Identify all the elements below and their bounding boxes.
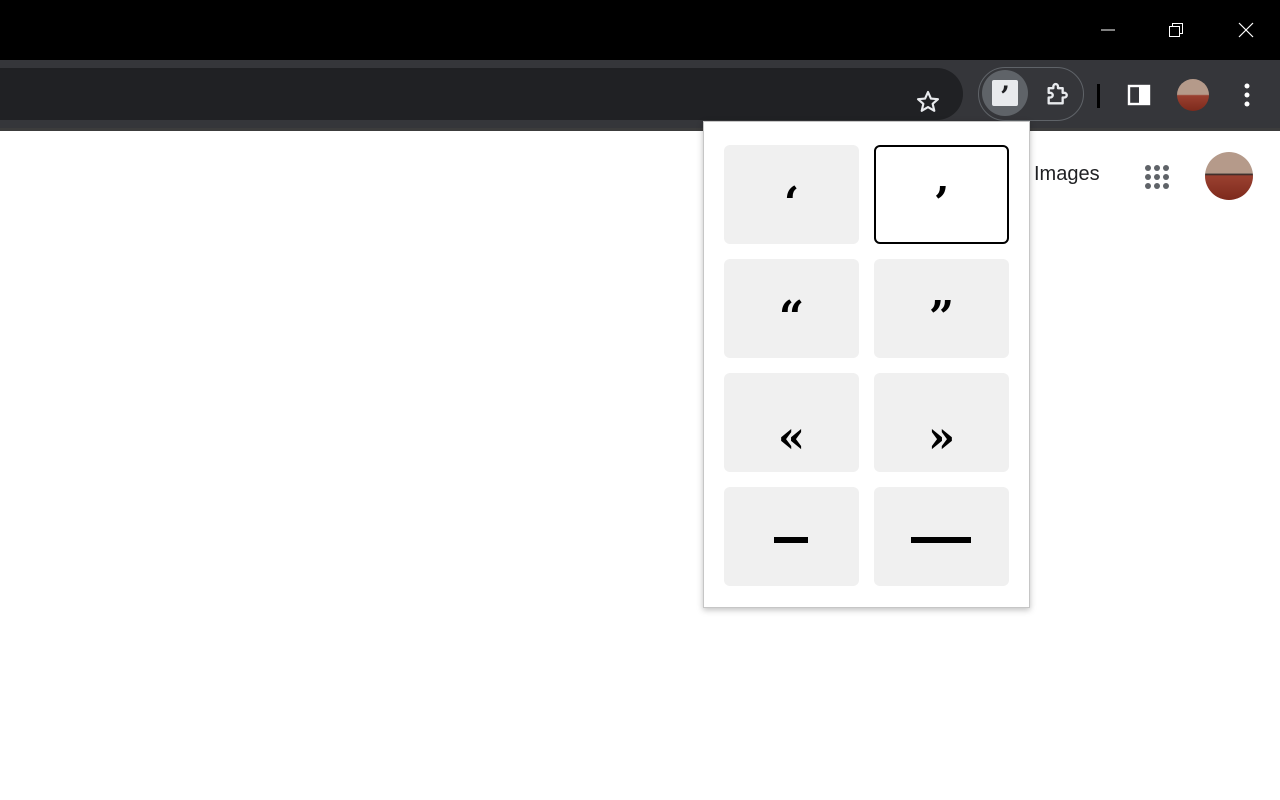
side-panel-button[interactable] [1118, 74, 1160, 116]
left-single-quote-button[interactable]: ‘ [724, 145, 859, 244]
close-window-button[interactable] [1212, 0, 1280, 60]
right-single-quote-button[interactable]: ’ [874, 145, 1009, 244]
right-double-quote-button[interactable]: ” [874, 259, 1009, 358]
quote-picker-popup: ‘ ’ “ ” « » [703, 121, 1030, 608]
button-glyph: ’ [933, 177, 950, 229]
left-guillemet-button[interactable]: « [724, 373, 859, 472]
toolbar-border [0, 128, 1280, 131]
puzzle-icon [1047, 82, 1068, 105]
minimize-icon [1101, 29, 1115, 31]
left-double-quote-button[interactable]: “ [724, 259, 859, 358]
browser-toolbar: ’ [0, 60, 1280, 130]
images-link[interactable]: Images [1034, 163, 1100, 186]
side-panel-icon [1127, 84, 1151, 106]
restore-button[interactable] [1142, 0, 1210, 60]
restore-icon [1169, 23, 1183, 37]
apps-grid-icon [1145, 165, 1169, 189]
profile-avatar[interactable] [1177, 79, 1209, 111]
em-dash-glyph [911, 537, 971, 543]
address-bar[interactable] [0, 68, 963, 120]
star-icon [916, 90, 940, 112]
quote-extension-button[interactable]: ’ [982, 70, 1028, 116]
bookmark-button[interactable] [906, 80, 950, 124]
button-glyph: “ [778, 291, 805, 343]
vertical-dots-icon [1244, 83, 1250, 107]
toolbar-separator [1097, 84, 1100, 108]
quote-extension-icon: ’ [992, 80, 1018, 111]
en-dash-glyph [774, 537, 808, 543]
button-glyph: « [777, 411, 806, 463]
em-dash-button[interactable] [874, 487, 1009, 586]
apps-button[interactable] [1134, 154, 1180, 200]
browser-menu-button[interactable] [1226, 74, 1268, 116]
button-glyph: » [927, 411, 956, 463]
minimize-button[interactable] [1074, 0, 1142, 60]
account-avatar[interactable] [1205, 152, 1253, 200]
right-guillemet-button[interactable]: » [874, 373, 1009, 472]
en-dash-button[interactable] [724, 487, 859, 586]
button-glyph: ‘ [783, 177, 800, 229]
close-icon [1238, 22, 1254, 38]
button-glyph: ” [928, 291, 955, 343]
extensions-menu-button[interactable] [1036, 72, 1080, 116]
window-titlebar [0, 0, 1280, 60]
